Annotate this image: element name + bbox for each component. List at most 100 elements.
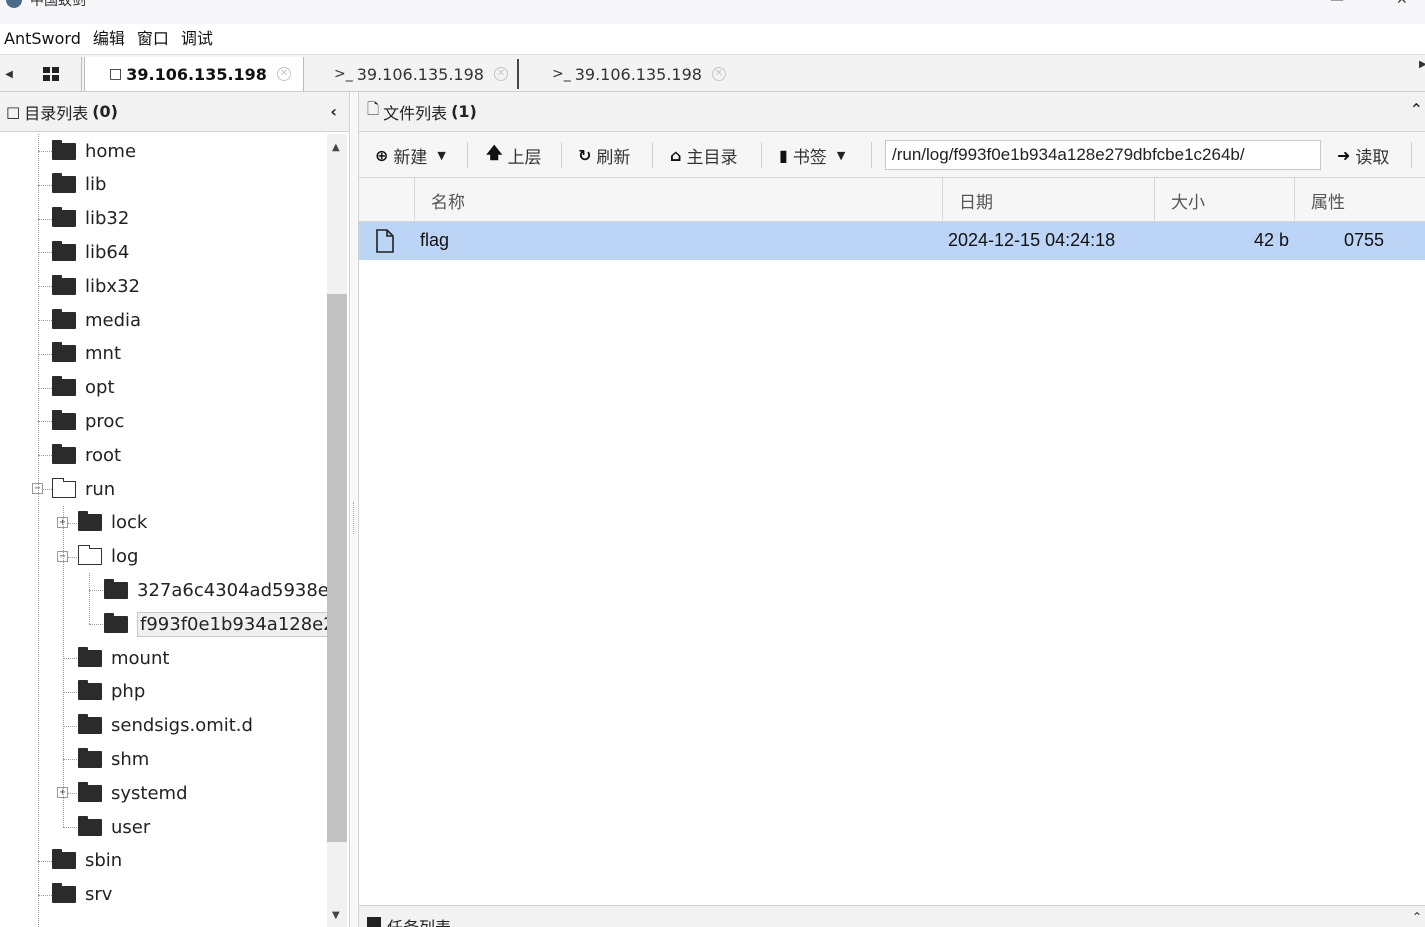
title-bar: 中国蚁剑 — ✕ [0, 0, 1425, 24]
tab-close-icon[interactable]: ✕ [712, 67, 726, 81]
refresh-button[interactable]: ↻ 刷新 [578, 132, 630, 178]
bookmark-icon: ▮ [779, 145, 788, 165]
folder-icon [52, 409, 76, 430]
tree-item[interactable]: lib32 [52, 202, 129, 236]
tab-close-icon[interactable]: ✕ [277, 67, 291, 81]
folder-icon [52, 376, 76, 397]
grid-icon [42, 67, 59, 81]
up-label: 上层 [507, 147, 542, 168]
folder-icon [104, 578, 128, 599]
tree-item[interactable]: proc [52, 404, 124, 438]
tree-item[interactable]: libx32 [52, 269, 140, 303]
tree-item[interactable]: opt [52, 371, 115, 405]
tree-connector [63, 658, 77, 659]
new-label: 新建 [393, 147, 428, 168]
tree-item[interactable]: systemd [78, 776, 188, 810]
menu-debug[interactable]: 调试 [177, 24, 221, 54]
tab-scroll-right-icon[interactable]: ▶ [1419, 59, 1425, 89]
tree-connector [38, 151, 52, 152]
folder-outline-icon: □ [6, 102, 21, 121]
refresh-label: 刷新 [596, 147, 631, 168]
tree-item[interactable]: php [78, 675, 145, 709]
scroll-down-icon[interactable]: ▼ [332, 910, 340, 921]
caret-down-icon: ▼ [437, 148, 446, 162]
file-size: 42 b [1253, 230, 1289, 250]
tree-item[interactable]: log [77, 540, 138, 574]
tree-item-label: root [85, 444, 122, 466]
tree-item[interactable]: 327a6c4304ad5938eaf0 [104, 573, 327, 607]
tree-item[interactable]: sbin [52, 844, 122, 878]
tab-file-manager[interactable]: □ 39.106.135.198 ✕ [84, 57, 304, 91]
chevron-up-icon[interactable]: ⌃ [1412, 910, 1422, 924]
menu-edit[interactable]: 编辑 [89, 24, 133, 54]
tree-item[interactable]: f993f0e1b934a128e279 [104, 607, 327, 641]
tab-close-icon[interactable]: ✕ [494, 67, 508, 81]
tab-scroll-left-icon[interactable]: ◀ [0, 59, 18, 89]
up-button[interactable]: 🡅 上层 [486, 132, 541, 178]
tree-item-label: sendsigs.omit.d [111, 715, 253, 737]
tree-item[interactable]: sendsigs.omit.d [78, 709, 253, 743]
menu-antsword[interactable]: AntSword [0, 24, 89, 54]
scrollbar-thumb[interactable] [327, 294, 347, 842]
tree-scrollbar[interactable]: ▲ ▼ [327, 134, 347, 927]
tree-item[interactable]: root [52, 438, 121, 472]
directory-count: (0) [92, 102, 118, 121]
file-panel-header: 🗋 文件列表 (1) ⌃ [359, 92, 1425, 132]
scroll-up-icon[interactable]: ▲ [332, 142, 340, 153]
file-row[interactable]: flag 2024-12-15 04:24:18 42 b 0755 [359, 222, 1425, 260]
minimize-icon[interactable]: — [1330, 0, 1344, 8]
new-button[interactable]: ⊕ 新建 ▼ [375, 132, 446, 178]
tree-item-label: libx32 [85, 275, 140, 297]
tab-label: 39.106.135.198 [356, 64, 484, 84]
tree-item[interactable]: user [78, 810, 150, 844]
arrow-right-icon: ➜ [1337, 145, 1351, 165]
tree-item-label: f993f0e1b934a128e279 [137, 611, 327, 637]
tree-item[interactable]: shm [78, 742, 149, 776]
tree-item[interactable]: run [51, 472, 115, 506]
tree-item[interactable]: mount [78, 641, 169, 675]
tree-connector [38, 252, 52, 254]
directory-panel-header: □ 目录列表 (0) ‹ [0, 92, 349, 132]
plus-circle-icon: ⊕ [375, 145, 389, 165]
tree-item-label: home [85, 140, 137, 162]
tree-item-label: 327a6c4304ad5938eaf0 [137, 579, 327, 601]
tree-item[interactable]: media [52, 303, 141, 337]
path-input[interactable] [885, 140, 1321, 170]
folder-icon [78, 680, 102, 701]
tab-terminal-2[interactable]: >_ 39.106.135.198 ✕ [528, 57, 738, 91]
tree-connector [38, 455, 52, 457]
home-button[interactable]: ⌂ 主目录 [670, 132, 737, 178]
tree-item-label: mount [111, 647, 170, 669]
tab-terminal-1[interactable]: >_ 39.106.135.198 ✕ [310, 57, 520, 91]
tree-connector [38, 184, 52, 186]
tree-item[interactable]: lib [52, 168, 106, 202]
column-attr[interactable]: 属性 [1294, 178, 1425, 222]
folder-icon [52, 308, 76, 329]
menu-window[interactable]: 窗口 [133, 24, 177, 54]
panel-splitter[interactable] [351, 92, 357, 927]
tree-connector [38, 387, 52, 389]
folder-icon [78, 781, 102, 802]
folder-icon [78, 815, 102, 836]
home-icon: ⌂ [670, 145, 682, 165]
column-size[interactable]: 大小 [1154, 178, 1294, 222]
column-name[interactable]: 名称 [414, 178, 942, 222]
tree-item[interactable]: lib64 [52, 235, 129, 269]
tab-divider [517, 59, 519, 89]
tree-item-label: mnt [85, 343, 121, 365]
close-icon[interactable]: ✕ [1396, 0, 1408, 8]
toolbar-divider [652, 142, 653, 168]
collapse-panel-button[interactable]: ‹ [330, 102, 337, 121]
tree-item[interactable]: home [52, 134, 136, 168]
column-date[interactable]: 日期 [942, 178, 1154, 222]
bookmark-button[interactable]: ▮ 书签 ▼ [779, 132, 845, 178]
tree-item[interactable]: srv [52, 878, 112, 912]
tree-connector [38, 353, 52, 355]
tree-item[interactable]: mnt [52, 337, 121, 371]
read-button[interactable]: ➜ 读取 [1337, 132, 1389, 178]
tab-dashboard[interactable] [20, 57, 82, 91]
tree-item[interactable]: lock [78, 506, 147, 540]
toolbar-divider [871, 142, 872, 168]
chevron-up-icon[interactable]: ⌃ [1410, 100, 1423, 119]
tree-guide [89, 573, 90, 625]
